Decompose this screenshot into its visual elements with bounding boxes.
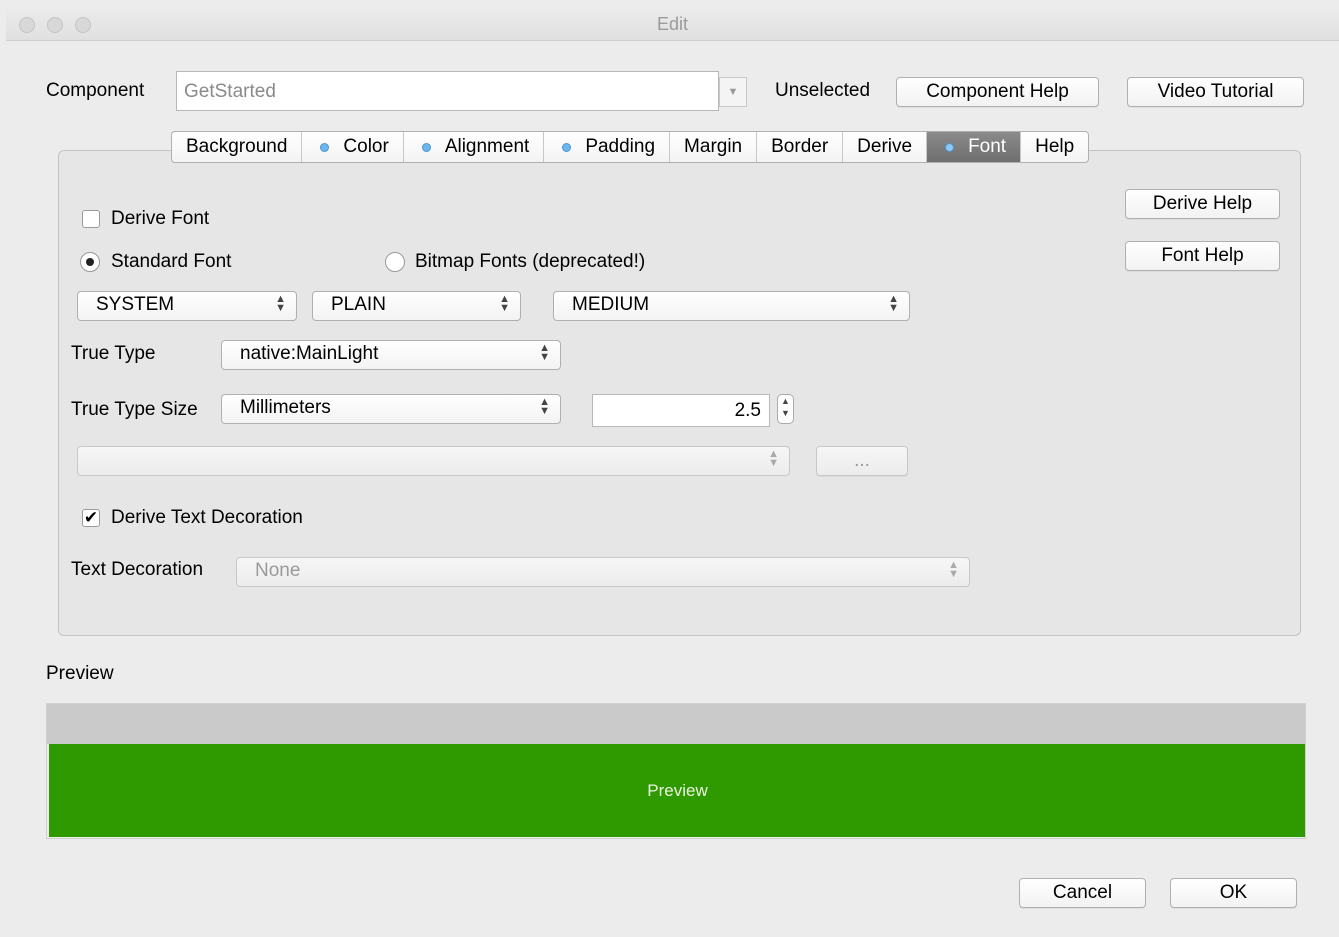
tab-background[interactable]: Background (172, 132, 303, 162)
derive-font-checkbox[interactable] (82, 210, 100, 228)
tab-color[interactable]: Color (302, 132, 404, 162)
title-bar: Edit (6, 6, 1339, 41)
preview-label: Preview (46, 663, 114, 684)
size-stepper-icon[interactable]: ▲ ▼ (777, 394, 794, 424)
text-decoration-label: Text Decoration (71, 559, 204, 580)
component-label: Component (46, 80, 145, 101)
tab-margin[interactable]: Margin (670, 132, 758, 162)
modified-dot-icon (421, 142, 431, 152)
font-face-select[interactable]: SYSTEM ▲ ▼ (77, 291, 297, 321)
modified-dot-icon (562, 142, 572, 152)
tab-border[interactable]: Border (757, 132, 844, 162)
tab-help[interactable]: Help (1021, 132, 1088, 162)
true-type-size-label: True Type Size (71, 399, 198, 420)
true-type-size-input[interactable]: 2.5 (592, 394, 770, 427)
component-value: GetStarted (184, 81, 276, 102)
bitmap-font-select[interactable]: ▲ ▼ (77, 446, 790, 476)
tab-derive[interactable]: Derive (843, 132, 928, 162)
derive-text-decoration-checkbox[interactable]: ✔ (82, 509, 100, 527)
font-size-select[interactable]: MEDIUM ▲ ▼ (553, 291, 910, 321)
checkmark-icon: ✔ (83, 508, 99, 527)
derive-help-button[interactable]: Derive Help (1125, 189, 1280, 219)
window-title: Edit (656, 14, 689, 34)
modified-dot-icon (945, 142, 955, 152)
up-down-chevron-icon: ▲ ▼ (275, 293, 286, 314)
font-style-select[interactable]: PLAIN ▲ ▼ (312, 291, 521, 321)
bitmap-fonts-label: Bitmap Fonts (deprecated!) (415, 251, 646, 272)
true-type-size-unit-select[interactable]: Millimeters ▲ ▼ (221, 394, 561, 424)
tab-alignment[interactable]: Alignment (404, 132, 545, 162)
up-down-chevron-icon: ▲ ▼ (768, 448, 779, 469)
component-field[interactable]: GetStarted (176, 71, 719, 111)
up-down-chevron-icon: ▲ ▼ (539, 396, 550, 417)
tab-bar: Background Color Alignment Padding Margi… (171, 131, 1090, 163)
standard-font-label: Standard Font (111, 251, 232, 272)
component-help-button[interactable]: Component Help (896, 77, 1099, 107)
true-type-select[interactable]: native:MainLight ▲ ▼ (221, 340, 561, 370)
ok-button[interactable]: OK (1170, 878, 1297, 908)
selection-status: Unselected (775, 80, 871, 101)
preview-frame (46, 703, 1306, 839)
text-decoration-select[interactable]: None ▲ ▼ (236, 557, 970, 587)
video-tutorial-button[interactable]: Video Tutorial (1127, 77, 1304, 107)
component-dropdown-icon[interactable]: ▼ (719, 77, 747, 107)
font-help-button[interactable]: Font Help (1125, 241, 1280, 271)
up-down-chevron-icon: ▲ ▼ (539, 342, 550, 363)
up-down-chevron-icon: ▲ ▼ (888, 293, 899, 314)
cancel-button[interactable]: Cancel (1019, 878, 1146, 908)
up-down-chevron-icon: ▲ ▼ (948, 559, 959, 580)
modified-dot-icon (320, 142, 330, 152)
tab-padding[interactable]: Padding (544, 132, 671, 162)
derive-text-decoration-label: Derive Text Decoration (111, 507, 303, 528)
standard-font-radio[interactable] (80, 252, 100, 272)
true-type-label: True Type (71, 343, 156, 364)
up-down-chevron-icon: ▲ ▼ (499, 293, 510, 314)
tab-font[interactable]: Font (927, 132, 1022, 162)
bitmap-browse-button[interactable]: ... (816, 446, 908, 476)
derive-font-label: Derive Font (111, 208, 210, 229)
bitmap-fonts-radio[interactable] (385, 252, 405, 272)
